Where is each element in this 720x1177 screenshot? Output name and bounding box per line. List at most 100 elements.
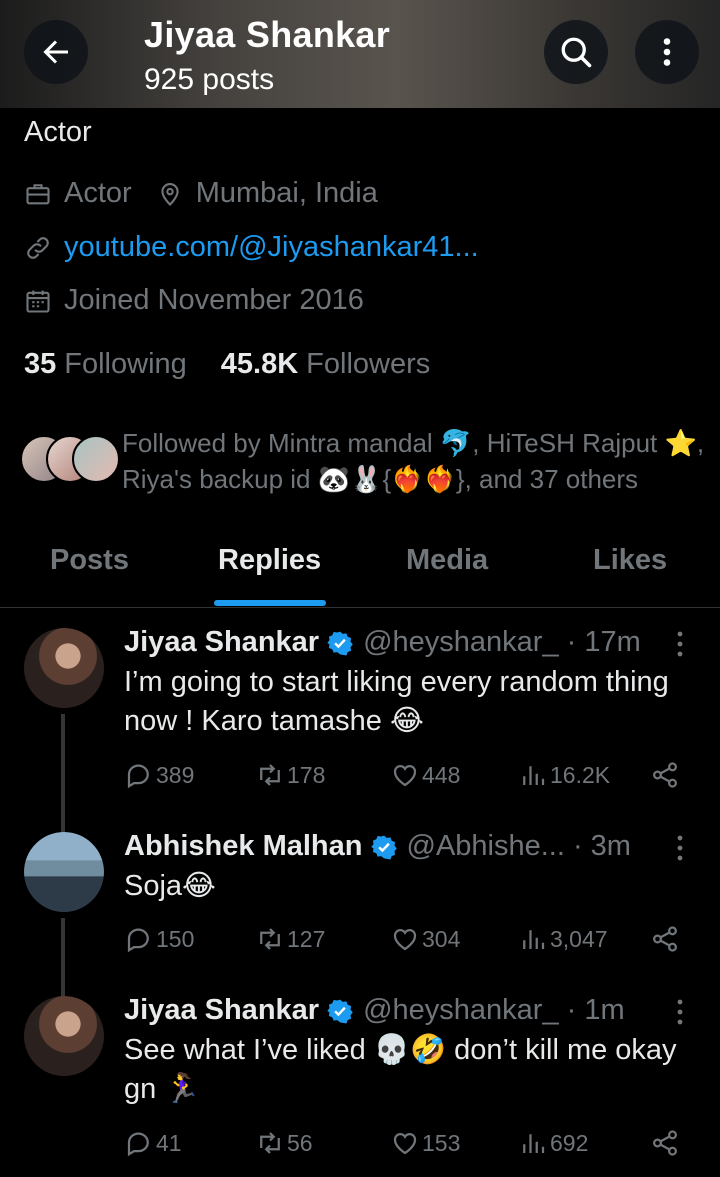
author-name[interactable]: Jiyaa Shankar: [124, 994, 319, 1027]
tab-replies[interactable]: Replies: [218, 544, 321, 577]
back-arrow-icon: [43, 40, 68, 64]
profile-joined-row: Joined November 2016: [24, 284, 364, 317]
profile-website-link[interactable]: youtube.com/@Jiyashankar41...: [64, 231, 479, 264]
tab-likes[interactable]: Likes: [593, 544, 667, 577]
thread-line: [61, 918, 65, 998]
post-actions: 150 127 304 3,047: [124, 924, 684, 958]
reply-button[interactable]: 41: [124, 1128, 182, 1158]
search-button[interactable]: [544, 20, 608, 84]
views-button[interactable]: 16.2K: [518, 760, 610, 790]
search-icon: [561, 37, 592, 68]
post-author-line: Jiyaa Shankar @heyshankar_ · 1m: [124, 994, 625, 1027]
more-vertical-icon: [663, 38, 671, 66]
link-icon: [27, 236, 49, 259]
location-pin-icon: [161, 182, 179, 206]
reply-icon: [127, 1132, 149, 1157]
repost-icon: [260, 764, 280, 786]
profile-joined-date: Joined November 2016: [64, 284, 364, 316]
verified-badge-icon: [327, 631, 353, 655]
views-button[interactable]: 3,047: [518, 924, 608, 954]
share-icon: [652, 926, 678, 952]
author-handle-time: @heyshankar_ · 17m: [363, 626, 641, 658]
views-icon: [523, 766, 545, 785]
reply-count: 41: [156, 1129, 182, 1156]
back-button[interactable]: [24, 20, 88, 84]
avatar[interactable]: [24, 996, 104, 1076]
more-vertical-icon[interactable]: [668, 833, 692, 863]
avatar: [72, 435, 120, 483]
reply-button[interactable]: 150: [124, 924, 194, 954]
followed-by-section[interactable]: Followed by Mintra mandal 🐬, HiTeSH Rajp…: [20, 425, 710, 497]
post-actions: 389 178 448 16.2K: [124, 760, 684, 794]
views-button[interactable]: 692: [518, 1128, 588, 1158]
calendar-icon: [26, 290, 50, 313]
reply-count: 389: [156, 761, 195, 788]
thread-line: [61, 714, 65, 834]
author-handle-time: @Abhishe... · 3m: [406, 830, 631, 862]
post-author-line: Abhishek Malhan @Abhishe... · 3m: [124, 830, 631, 863]
share-icon: [652, 1130, 678, 1156]
repost-button[interactable]: 178: [255, 760, 325, 790]
tab-posts[interactable]: Posts: [50, 544, 129, 577]
share-button[interactable]: [650, 924, 682, 954]
like-count: 304: [422, 925, 461, 952]
followers-count: 45.8K: [220, 348, 299, 380]
views-icon: [523, 1134, 545, 1153]
share-button[interactable]: [650, 760, 682, 790]
share-button[interactable]: [650, 1128, 682, 1158]
more-options-button[interactable]: [635, 20, 699, 84]
post-actions: 41 56 153 692: [124, 1128, 684, 1162]
reply-count: 150: [156, 925, 195, 952]
author-name[interactable]: Jiyaa Shankar: [124, 626, 319, 659]
followed-by-text: Followed by Mintra mandal 🐬, HiTeSH Rajp…: [122, 428, 705, 494]
follower-avatars: [20, 435, 120, 485]
profile-link-row: youtube.com/@Jiyashankar41...: [24, 231, 479, 264]
following-link[interactable]: 35 Following: [24, 348, 187, 381]
avatar[interactable]: [24, 832, 104, 912]
like-button[interactable]: 153: [390, 1128, 460, 1158]
view-count: 3,047: [550, 925, 608, 952]
briefcase-icon: [26, 183, 50, 204]
follow-stats: 35 Following 45.8K Followers: [24, 348, 430, 381]
post-author-line: Jiyaa Shankar @heyshankar_ · 17m: [124, 626, 641, 659]
repost-count: 178: [287, 761, 326, 788]
views-icon: [523, 930, 545, 949]
followers-label: Followers: [306, 348, 431, 380]
reply-icon: [127, 928, 149, 953]
repost-icon: [260, 1132, 280, 1154]
like-icon: [393, 1132, 417, 1155]
profile-tabs: Posts Replies Media Likes: [0, 530, 720, 608]
more-vertical-icon[interactable]: [668, 629, 692, 659]
like-icon: [393, 764, 417, 787]
followers-link[interactable]: 45.8K Followers: [221, 348, 430, 381]
author-name[interactable]: Abhishek Malhan: [124, 830, 363, 863]
profile-bio: Actor: [24, 116, 92, 148]
view-count: 692: [550, 1129, 589, 1156]
view-count: 16.2K: [550, 761, 611, 788]
repost-button[interactable]: 56: [255, 1128, 313, 1158]
verified-badge-icon: [370, 835, 397, 859]
tab-media[interactable]: Media: [406, 544, 488, 577]
like-icon: [393, 928, 417, 951]
repost-count: 56: [287, 1129, 313, 1156]
profile-meta-row: Actor Mumbai, India: [24, 177, 378, 210]
like-button[interactable]: 304: [390, 924, 460, 954]
like-count: 448: [422, 761, 461, 788]
like-count: 153: [422, 1129, 461, 1156]
following-label: Following: [64, 348, 187, 380]
reply-button[interactable]: 389: [124, 760, 194, 790]
like-button[interactable]: 448: [390, 760, 460, 790]
reply-icon: [127, 764, 149, 789]
repost-button[interactable]: 127: [255, 924, 325, 954]
post-text: I’m going to start liking every random t…: [124, 666, 669, 737]
avatar[interactable]: [24, 628, 104, 708]
post-item[interactable]: Jiyaa Shankar @heyshankar_ · 17m I’m goi…: [0, 626, 720, 834]
more-vertical-icon[interactable]: [668, 997, 692, 1027]
profile-header: Jiyaa Shankar 925 posts: [0, 0, 720, 108]
post-item[interactable]: Abhishek Malhan @Abhishe... · 3m Soja😂 1…: [0, 830, 720, 998]
post-item[interactable]: Jiyaa Shankar @heyshankar_ · 1m See what…: [0, 994, 720, 1174]
profile-location: Mumbai, India: [195, 177, 378, 209]
post-text: See what I’ve liked 💀🤣 don’t kill me oka…: [124, 1034, 677, 1105]
header-title: Jiyaa Shankar: [144, 14, 391, 55]
verified-badge-icon: [327, 999, 353, 1023]
